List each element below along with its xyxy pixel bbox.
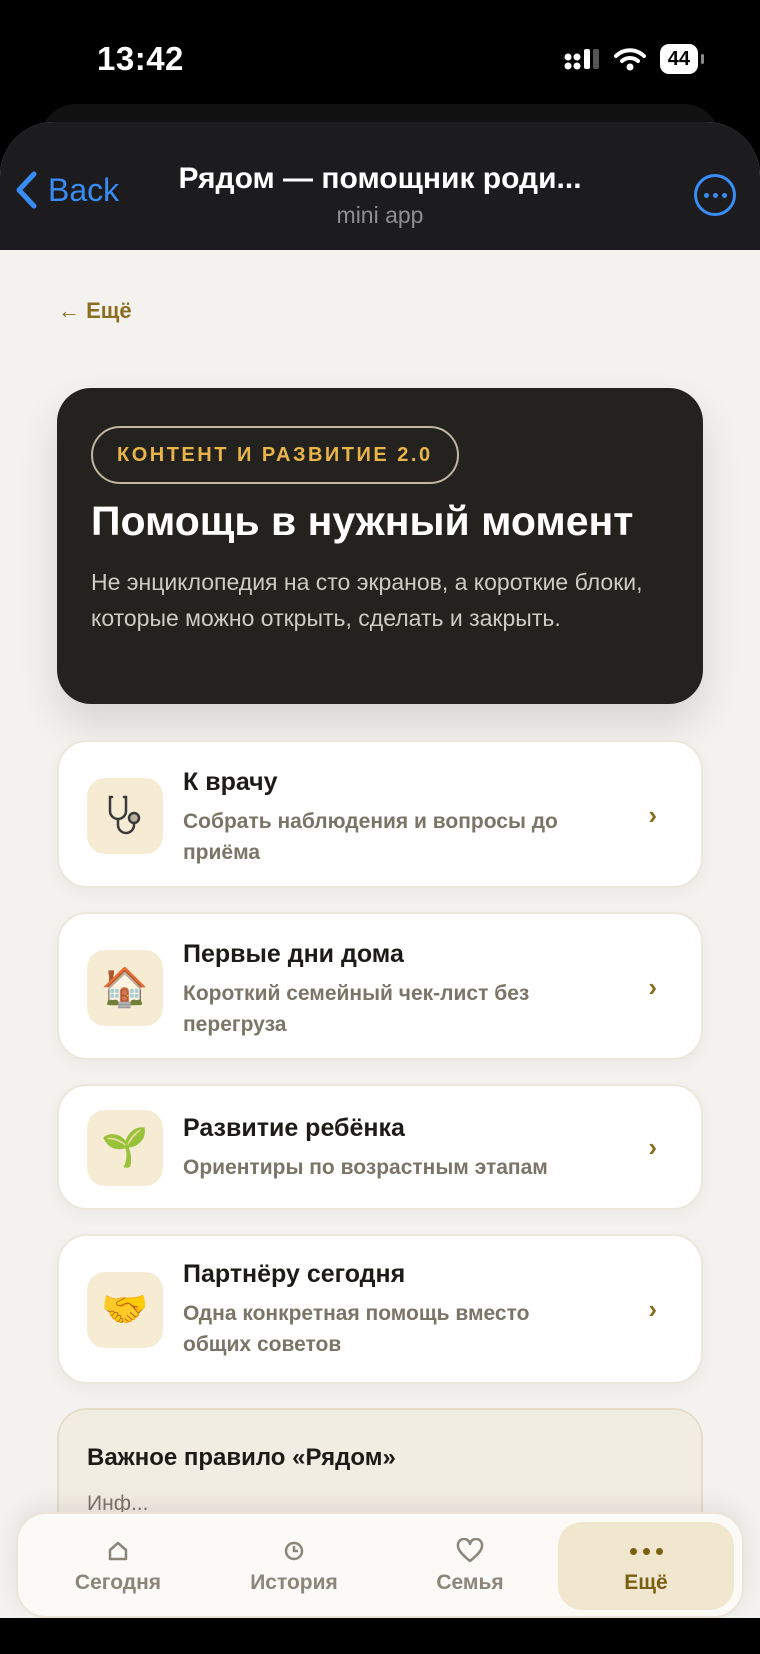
tab-label: История	[250, 1571, 338, 1594]
card-development[interactable]: 🌱 Развитие ребёнка Ориентиры по возрастн…	[57, 1084, 703, 1210]
card-title: Партнёру сегодня	[183, 1260, 406, 1288]
cellular-signal-icon	[564, 49, 599, 70]
tab-history[interactable]: История	[206, 1522, 382, 1610]
status-bar: 13:42 44	[0, 0, 760, 110]
card-description: Ориентиры по возрастным этапам	[183, 1156, 548, 1179]
hero-badge: КОНТЕНТ И РАЗВИТИЕ 2.0	[91, 426, 459, 484]
back-to-more-link[interactable]: ← Ещё	[58, 298, 132, 324]
more-dots-icon	[629, 1537, 663, 1565]
hero-banner: КОНТЕНТ И РАЗВИТИЕ 2.0 Помощь в нужный м…	[57, 388, 703, 704]
rule-title: Важное правило «Рядом»	[87, 1444, 396, 1471]
navigation-bar: Back Рядом — помощник роди... mini app	[0, 122, 760, 250]
tab-label: Ещё	[624, 1571, 668, 1594]
more-options-button[interactable]	[694, 174, 736, 216]
home-icon	[107, 1537, 129, 1565]
more-dot	[712, 192, 718, 198]
handshake-icon: 🤝	[87, 1272, 163, 1348]
home-indicator-area	[0, 1618, 760, 1654]
tab-label: Сегодня	[74, 1571, 162, 1594]
chevron-right-icon: ›	[648, 800, 657, 830]
tab-label: Семья	[436, 1571, 504, 1594]
hero-title: Помощь в нужный момент	[91, 498, 634, 544]
card-description: Одна конкретная помощь вместо общих сове…	[183, 1302, 530, 1356]
more-dot	[703, 192, 709, 198]
card-title: Развитие ребёнка	[183, 1114, 405, 1142]
app-subtitle: mini app	[336, 202, 424, 228]
card-partner[interactable]: 🤝 Партнёру сегодня Одна конкретная помощ…	[57, 1234, 703, 1384]
status-icons: 44	[564, 44, 705, 74]
app-title: Рядом — помощник роди...	[178, 162, 582, 195]
card-description: Собрать наблюдения и вопросы до приёма	[183, 810, 558, 864]
tab-today[interactable]: Сегодня	[30, 1522, 206, 1610]
chevron-right-icon: ›	[648, 1294, 657, 1324]
seedling-icon: 🌱	[87, 1110, 163, 1186]
tab-family[interactable]: Семья	[382, 1522, 558, 1610]
stethoscope-icon	[87, 778, 163, 854]
house-icon: 🏠	[87, 950, 163, 1026]
clock-icon	[283, 1537, 305, 1565]
status-time: 13:42	[97, 40, 184, 77]
chevron-right-icon: ›	[648, 972, 657, 1002]
tab-more[interactable]: Ещё	[558, 1522, 734, 1610]
card-doctor[interactable]: К врачу Собрать наблюдения и вопросы до …	[57, 740, 703, 888]
more-dot	[721, 192, 727, 198]
card-description: Короткий семейный чек-лист без перегруза	[183, 982, 530, 1036]
card-title: К врачу	[183, 768, 278, 796]
chevron-right-icon: ›	[648, 1132, 657, 1162]
wifi-icon	[613, 48, 646, 71]
card-first-days[interactable]: 🏠 Первые дни дома Короткий семейный чек-…	[57, 912, 703, 1060]
mini-app-sheet: Back Рядом — помощник роди... mini app ←…	[0, 122, 760, 1654]
hero-description: Не энциклопедия на сто экранов, а коротк…	[91, 569, 643, 631]
tab-bar: Сегодня История Семья Ещё	[16, 1512, 744, 1618]
card-title: Первые дни дома	[183, 940, 404, 968]
heart-icon	[456, 1537, 484, 1565]
battery-indicator: 44	[659, 44, 705, 74]
